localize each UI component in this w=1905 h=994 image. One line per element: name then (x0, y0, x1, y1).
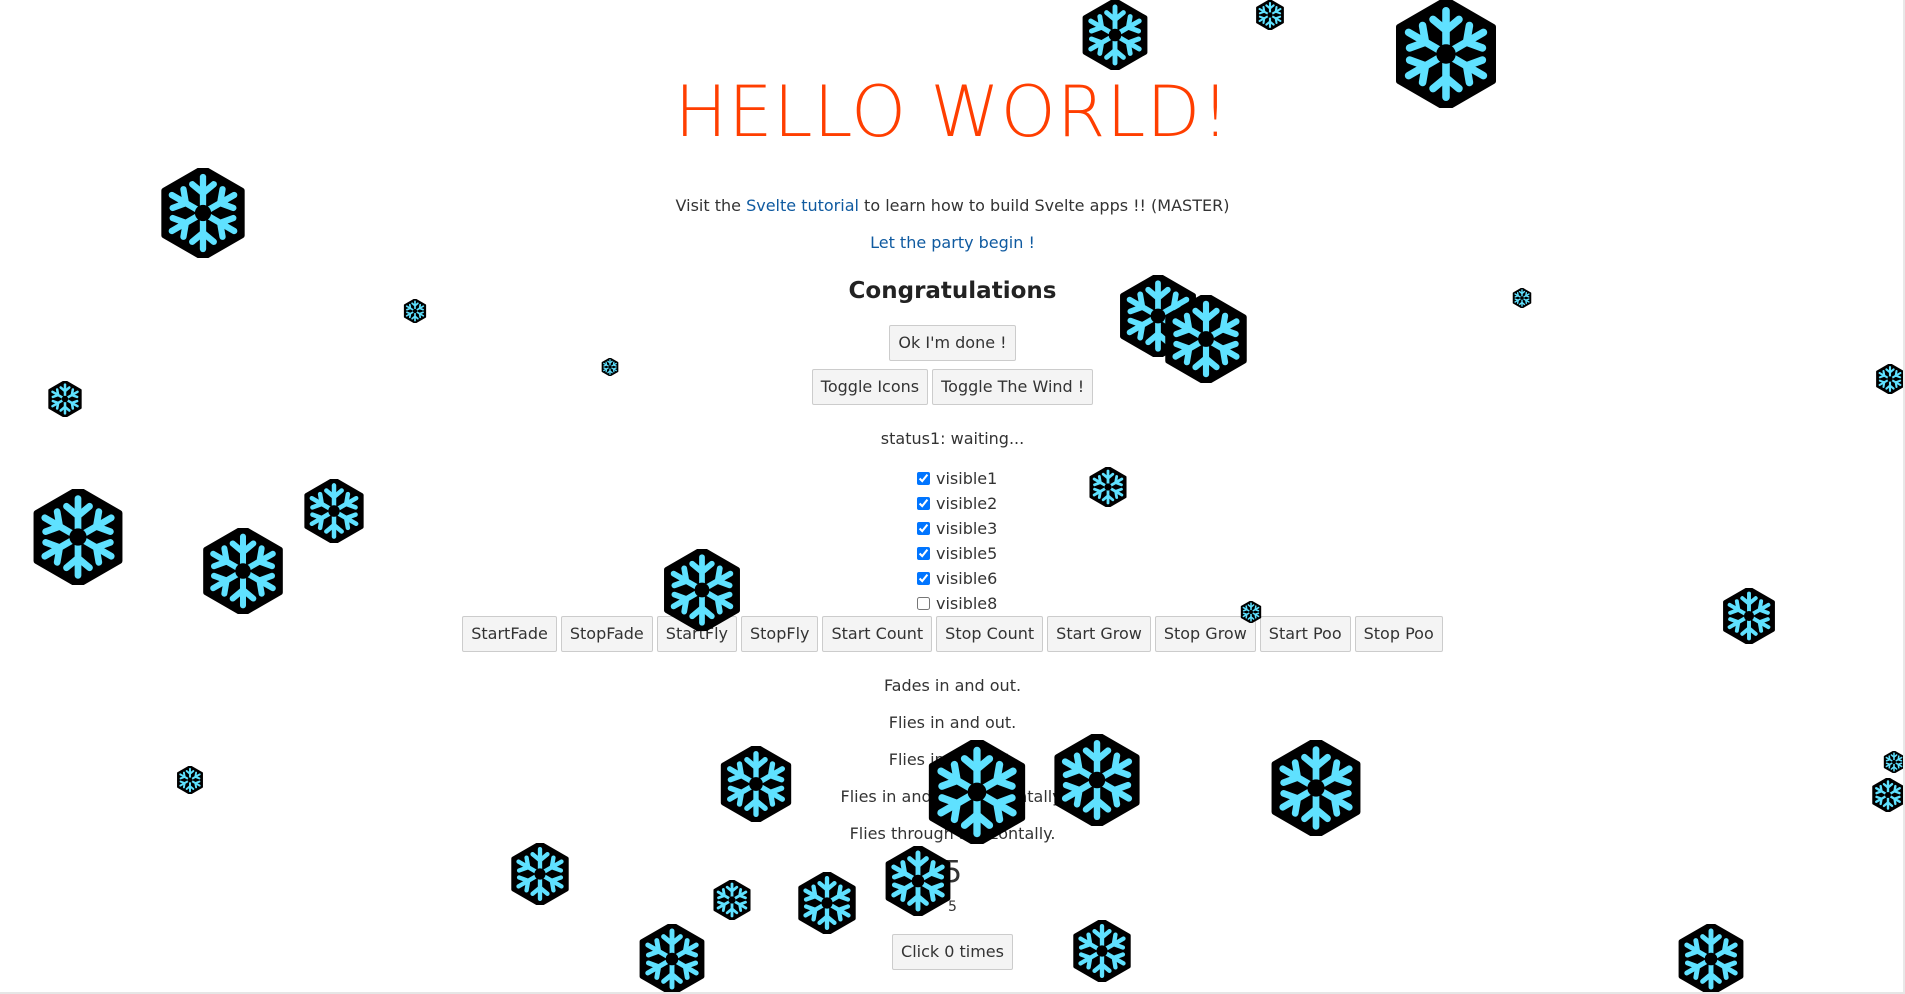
checkbox-visible5[interactable]: visible5 (917, 541, 997, 566)
snowflake-icon (796, 872, 858, 934)
intro-text: Visit the Svelte tutorial to learn how t… (0, 196, 1905, 216)
congratulations-heading: Congratulations (848, 278, 1057, 304)
snowflake-icon (509, 843, 571, 905)
toggle-wind-button[interactable]: Toggle The Wind ! (932, 369, 1094, 405)
snowflake-icon (158, 168, 248, 258)
snowflake-icon (403, 299, 427, 323)
click-counter-button[interactable]: Click 0 times (892, 934, 1013, 970)
party-link[interactable]: Let the party begin ! (870, 233, 1035, 252)
visible8-label: visible8 (936, 594, 998, 613)
party-link-container: Let the party begin ! (0, 233, 1905, 253)
checkbox-visible3[interactable]: visible3 (917, 516, 997, 541)
visible8-checkbox[interactable] (917, 597, 930, 610)
snowflake-icon (1392, 0, 1500, 108)
visible1-label: visible1 (936, 469, 998, 488)
visible3-label: visible3 (936, 519, 998, 538)
snowflake-icon (1088, 467, 1128, 507)
snowflake-icon (1721, 588, 1777, 644)
checkbox-visible1[interactable]: visible1 (917, 466, 997, 491)
visible6-label: visible6 (936, 569, 998, 588)
start-fade-button[interactable]: StartFade (462, 616, 557, 652)
snowflake-icon (1255, 0, 1285, 30)
intro-prefix: Visit the (675, 196, 747, 215)
visible6-checkbox[interactable] (917, 572, 930, 585)
stop-fly-button[interactable]: StopFly (740, 616, 819, 652)
snowflake-icon (30, 489, 126, 585)
snowflake-icon (1080, 0, 1150, 70)
start-poo-button[interactable]: Start Poo (1259, 616, 1351, 652)
snowflake-icon (1240, 601, 1262, 623)
snowflake-icon (1071, 920, 1133, 982)
checkbox-visible6[interactable]: visible6 (917, 566, 997, 591)
svelte-tutorial-link[interactable]: Svelte tutorial (746, 196, 859, 215)
visible2-label: visible2 (936, 494, 998, 513)
start-grow-button[interactable]: Start Grow (1047, 616, 1151, 652)
status-text: status1: waiting... (880, 429, 1025, 448)
snowflake-icon (200, 528, 286, 614)
snowflake-icon (601, 358, 619, 376)
snowflake-icon (1875, 364, 1905, 394)
snowflake-icon (1871, 778, 1905, 812)
checkbox-visible2[interactable]: visible2 (917, 491, 997, 516)
visible5-label: visible5 (936, 544, 998, 563)
done-row: Ok I'm done ! (0, 325, 1905, 361)
stop-count-button[interactable]: Stop Count (936, 616, 1044, 652)
toggle-row: Toggle Icons Toggle The Wind ! (0, 369, 1905, 405)
snowflake-icon (712, 880, 752, 920)
snowflake-icon (637, 924, 707, 994)
page-title: HELLO WORLD! (674, 71, 1231, 153)
visible3-checkbox[interactable] (917, 522, 930, 535)
stop-fade-button[interactable]: StopFade (560, 616, 653, 652)
snowflake-icon (1883, 751, 1905, 773)
click-row: Click 0 times (0, 934, 1905, 970)
snowflake-icon (883, 846, 953, 916)
snowflake-icon (1676, 924, 1746, 994)
snowflake-icon (1268, 740, 1364, 836)
snowflake-icon (176, 766, 204, 794)
snowflake-icon (718, 746, 794, 822)
message-flies: Flies in and out. (888, 713, 1017, 732)
controls-row: StartFade StopFade StartFly StopFly Star… (0, 616, 1905, 652)
message-fades: Fades in and out. (883, 676, 1022, 695)
snowflake-icon (302, 479, 366, 543)
visibility-checkboxes: visible1 visible2 visible3 visible5 visi… (917, 466, 997, 616)
visible2-checkbox[interactable] (917, 497, 930, 510)
snowflake-icon (1051, 734, 1143, 826)
snowflake-icon (1512, 288, 1532, 308)
intro-suffix: to learn how to build Svelte apps !! (MA… (858, 196, 1230, 215)
snowflake-icon (1162, 295, 1250, 383)
start-count-button[interactable]: Start Count (822, 616, 933, 652)
snowflake-icon (661, 549, 743, 631)
checkbox-visible8[interactable]: visible8 (917, 591, 997, 616)
stop-poo-button[interactable]: Stop Poo (1354, 616, 1443, 652)
toggle-icons-button[interactable]: Toggle Icons (811, 369, 929, 405)
ok-done-button[interactable]: Ok I'm done ! (889, 325, 1016, 361)
visible5-checkbox[interactable] (917, 547, 930, 560)
snowflake-icon (925, 740, 1029, 844)
visible1-checkbox[interactable] (917, 472, 930, 485)
snowflake-icon (47, 381, 83, 417)
